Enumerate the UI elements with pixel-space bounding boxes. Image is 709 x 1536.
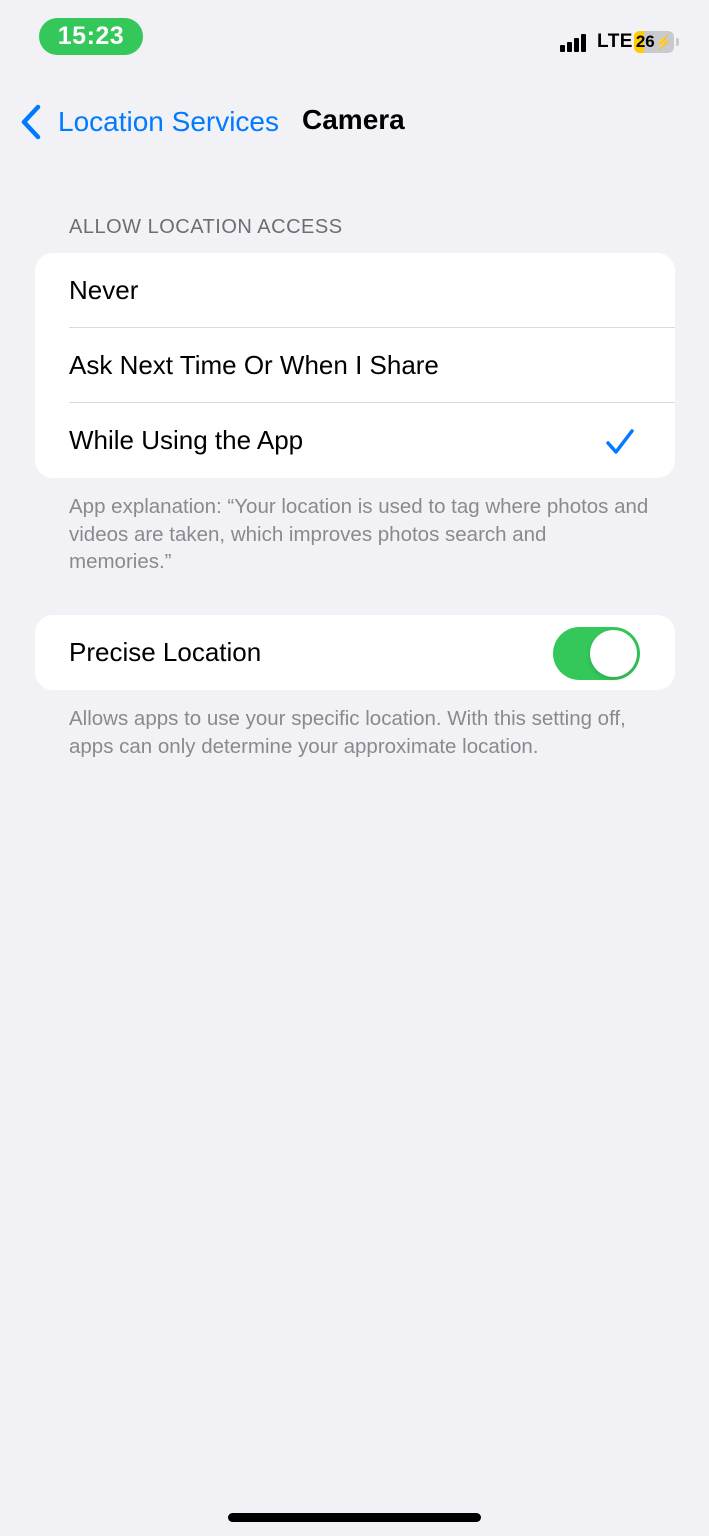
charging-bolt-icon: ⚡	[654, 34, 673, 50]
page-title: Camera	[302, 104, 405, 135]
back-label: Location Services	[58, 106, 280, 137]
battery-icon: 26⚡	[634, 31, 674, 53]
precise-location-row: Precise Location	[35, 615, 675, 690]
navigation-bar: Location Services Camera	[0, 90, 709, 150]
location-access-options: Never Ask Next Time Or When I Share Whil…	[35, 253, 675, 478]
app-explanation: App explanation: “Your location is used …	[69, 495, 649, 573]
checkmark-icon	[606, 429, 634, 454]
battery-cap	[676, 38, 679, 46]
precise-location-toggle[interactable]	[553, 627, 640, 680]
precise-location-description: Allows apps to use your specific locatio…	[69, 707, 626, 758]
chevron-left-icon	[21, 104, 41, 140]
option-label: Ask Next Time Or When I Share	[69, 350, 439, 380]
status-time[interactable]: 15:23	[39, 18, 143, 55]
battery-level: 26⚡	[635, 32, 673, 51]
option-while-using-app[interactable]: While Using the App	[35, 403, 675, 478]
option-label: Never	[69, 275, 139, 305]
network-type: LTE	[597, 31, 633, 52]
precise-location-label: Precise Location	[69, 637, 262, 667]
home-indicator[interactable]	[228, 1513, 481, 1522]
section-header-location-access: ALLOW LOCATION ACCESS	[69, 216, 343, 238]
back-button[interactable]: Location Services	[18, 102, 279, 142]
option-ask-next-time[interactable]: Ask Next Time Or When I Share	[35, 328, 675, 403]
status-bar: 15:23 LTE 26⚡	[0, 0, 709, 70]
option-label: While Using the App	[69, 425, 304, 455]
precise-location-group: Precise Location	[35, 615, 675, 690]
cellular-signal-icon	[560, 34, 592, 52]
toggle-knob	[590, 630, 637, 677]
option-never[interactable]: Never	[35, 253, 675, 328]
